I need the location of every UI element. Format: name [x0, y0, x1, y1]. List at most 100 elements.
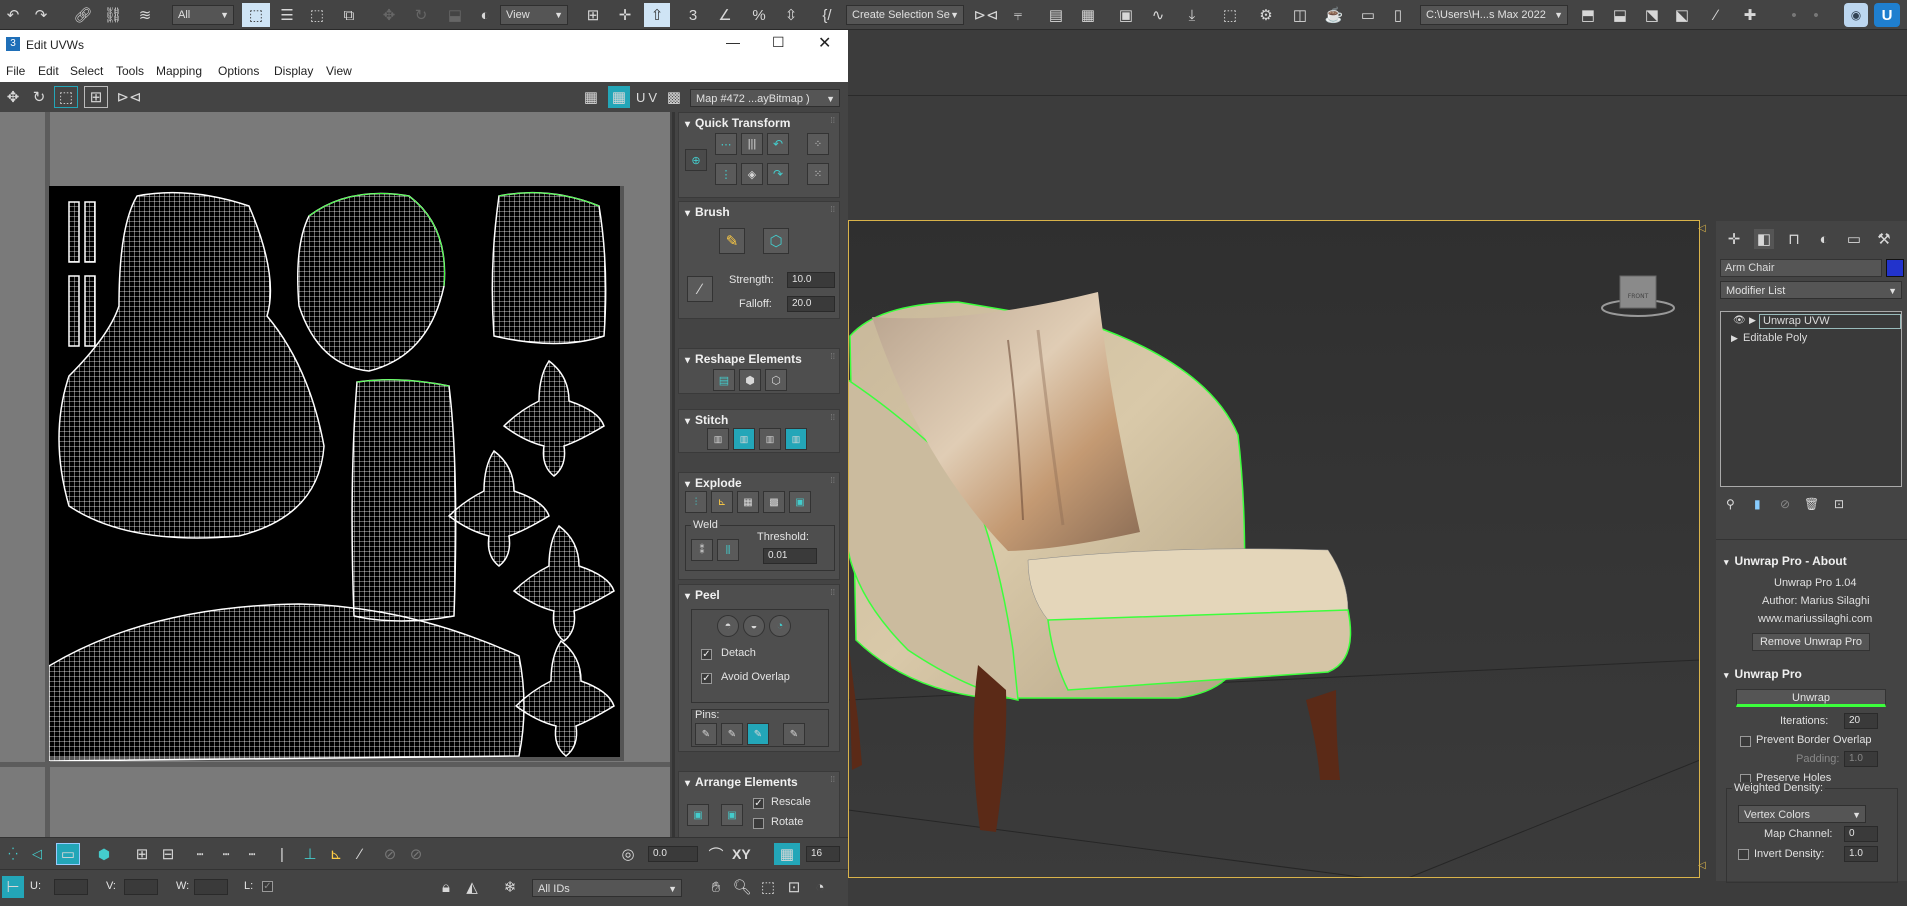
lock-checkbox[interactable]: ✓	[262, 881, 273, 892]
paint-select-icon[interactable]: ⊾	[326, 844, 346, 864]
face-mode-icon[interactable]: ▭	[56, 843, 80, 865]
pin-icon[interactable]: ✎	[695, 723, 717, 745]
peel-title[interactable]: Peel	[685, 588, 720, 602]
soft-select-icon[interactable]: ⊘	[380, 844, 400, 864]
detach-checkbox[interactable]: ✓	[701, 649, 712, 660]
rotate-cw-icon[interactable]: ↷	[767, 163, 789, 185]
explode-title[interactable]: Explode	[685, 476, 742, 490]
threshold-spinner[interactable]: 0.01	[763, 548, 817, 564]
selection-filter-combo[interactable]: All ▼	[172, 5, 234, 25]
ring-icon[interactable]: ┅	[216, 844, 236, 864]
expand-icon[interactable]: ▶	[1731, 333, 1738, 344]
reset-peel-icon[interactable]: ◔	[769, 615, 791, 637]
material-ids-combo[interactable]: All IDs ▼	[532, 879, 682, 897]
display-tab-icon[interactable]: ▭	[1844, 229, 1864, 249]
undo-icon[interactable]: ↶	[2, 3, 24, 27]
prevent-border-overlap-checkbox[interactable]	[1740, 736, 1751, 747]
explode-material-icon[interactable]: ▣	[789, 491, 811, 513]
render-frame-icon[interactable]: ⚙	[1254, 3, 1278, 27]
rollout-grip-icon[interactable]: ⁞⁞	[831, 116, 835, 125]
break-icon[interactable]: ⫶	[685, 491, 707, 513]
shrink-selection-icon[interactable]: ⊟	[158, 844, 178, 864]
redo-icon[interactable]: ↷	[30, 3, 52, 27]
move-icon[interactable]: ✥	[378, 3, 400, 27]
space-horizontal-icon[interactable]: ⁘	[807, 133, 829, 155]
stitch-source-icon[interactable]: ▥	[707, 428, 729, 450]
xy-label[interactable]: XY	[732, 846, 751, 862]
hierarchy-tab-icon[interactable]: ⊓	[1784, 229, 1804, 249]
rotate-icon[interactable]: ↻	[410, 3, 432, 27]
menu-edit[interactable]: Edit	[38, 64, 59, 78]
remove-modifier-icon[interactable]: 🗑︎	[1804, 497, 1819, 511]
ring-grow-icon[interactable]: ┅	[242, 844, 262, 864]
add-icon[interactable]: ✚	[1738, 3, 1762, 27]
grid-snap-icon[interactable]: ▦	[774, 843, 800, 865]
menu-display[interactable]: Display	[274, 64, 313, 78]
straighten-icon[interactable]: ◈	[741, 163, 763, 185]
grid-spinner[interactable]: 16	[806, 846, 840, 862]
invert-density-checkbox[interactable]	[1738, 849, 1749, 860]
pack-custom-icon[interactable]: ▣	[721, 804, 743, 826]
freeze-icon[interactable]: ❄	[500, 876, 520, 898]
zoom-extents-icon[interactable]: ⊡	[784, 876, 804, 898]
weld-target-icon[interactable]: ⫼	[717, 539, 739, 561]
rollout-grip-icon[interactable]: ⁞⁞	[831, 775, 835, 784]
brush-icon[interactable]: ∕	[1704, 3, 1728, 27]
stack-item-editable-poly[interactable]: ▶ Editable Poly	[1721, 332, 1901, 348]
align-vertical-icon[interactable]: ⋮	[715, 163, 737, 185]
hide-icon[interactable]: ◭	[462, 876, 482, 898]
a360-icon[interactable]: ▭	[1356, 3, 1380, 27]
edge-mode-icon[interactable]: ◁	[28, 844, 46, 864]
weld-selected-icon[interactable]: ⁑	[691, 539, 713, 561]
stitch-custom-icon[interactable]: ▥	[785, 428, 807, 450]
modifier-list-combo[interactable]: Modifier List ▼	[1720, 281, 1902, 299]
flatten-element-icon[interactable]: ⬡	[765, 369, 787, 391]
checker-icon[interactable]: ▦	[580, 86, 602, 108]
object-name-field[interactable]: Arm Chair	[1720, 259, 1882, 277]
remove-unwrap-pro-button[interactable]: Remove Unwrap Pro	[1752, 633, 1870, 651]
iterations-spinner[interactable]: 20	[1844, 713, 1878, 729]
show-end-result-icon[interactable]: ▮	[1754, 497, 1761, 511]
angle-spinner[interactable]: 0.0	[648, 846, 698, 862]
project-open-icon[interactable]: ⬔	[1640, 3, 1664, 27]
window-crossing-icon[interactable]: ⧉	[338, 3, 360, 27]
stitch-average-icon[interactable]: ▥	[759, 428, 781, 450]
grow-selection-icon[interactable]: ⊞	[132, 844, 152, 864]
paint-move-icon[interactable]: ✎	[719, 228, 745, 254]
bind-spacewarp-icon[interactable]: ≋	[134, 3, 156, 27]
rollout-grip-icon[interactable]: ⁞⁞	[831, 476, 835, 485]
rotation-icon[interactable]: ◎	[618, 844, 638, 864]
space-grid-icon[interactable]: ⁙	[807, 163, 829, 185]
percent-snap-icon[interactable]: %	[746, 3, 772, 27]
curve-icon[interactable]: ⌒	[706, 844, 726, 864]
element-mode-icon[interactable]: ⬢	[94, 844, 114, 864]
brush-select-icon[interactable]: ∕	[350, 844, 370, 864]
auto-pin-icon[interactable]: ✎	[747, 723, 769, 745]
vertex-colors-combo[interactable]: Vertex Colors ▼	[1738, 805, 1866, 823]
scale-icon[interactable]: ⬚	[54, 86, 78, 108]
rollout-grip-icon[interactable]: ⁞⁞	[831, 352, 835, 361]
rescale-checkbox[interactable]: ✓	[753, 798, 764, 809]
select-manipulate-icon[interactable]: ✛	[612, 3, 638, 27]
point-to-point-icon[interactable]: ⊥	[300, 844, 320, 864]
about-rollout-title[interactable]: ▾ Unwrap Pro - About	[1724, 554, 1847, 568]
render-production-icon[interactable]: ◫	[1288, 3, 1312, 27]
stack-item-unwrap[interactable]: 👁︎ ▶ Unwrap UVW	[1721, 314, 1901, 330]
relax-brush-icon[interactable]: ⬡	[763, 228, 789, 254]
explode-faces-icon[interactable]: ▦	[737, 491, 759, 513]
pan-icon[interactable]: ✋︎	[706, 876, 726, 898]
rollout-grip-icon[interactable]: ⁞⁞	[831, 413, 835, 422]
ribbon-icon[interactable]: ▦	[1076, 3, 1100, 27]
utilities-tab-icon[interactable]: ⚒	[1874, 229, 1894, 249]
reshape-title[interactable]: Reshape Elements	[685, 352, 802, 366]
zoom-icon[interactable]: 🔍︎	[732, 876, 752, 898]
mirror-icon[interactable]: ⊳⊲	[973, 3, 998, 27]
menu-file[interactable]: File	[6, 64, 25, 78]
u-field[interactable]	[54, 879, 88, 895]
select-pins-icon[interactable]: ✎	[783, 723, 805, 745]
keyboard-shortcut-icon[interactable]: ⇧	[644, 3, 670, 27]
falloff-spinner[interactable]: 20.0	[787, 296, 835, 312]
space-vertical-icon[interactable]: |||	[741, 133, 763, 155]
menu-options[interactable]: Options	[218, 64, 259, 78]
maximize-icon[interactable]: ☐	[772, 34, 785, 51]
